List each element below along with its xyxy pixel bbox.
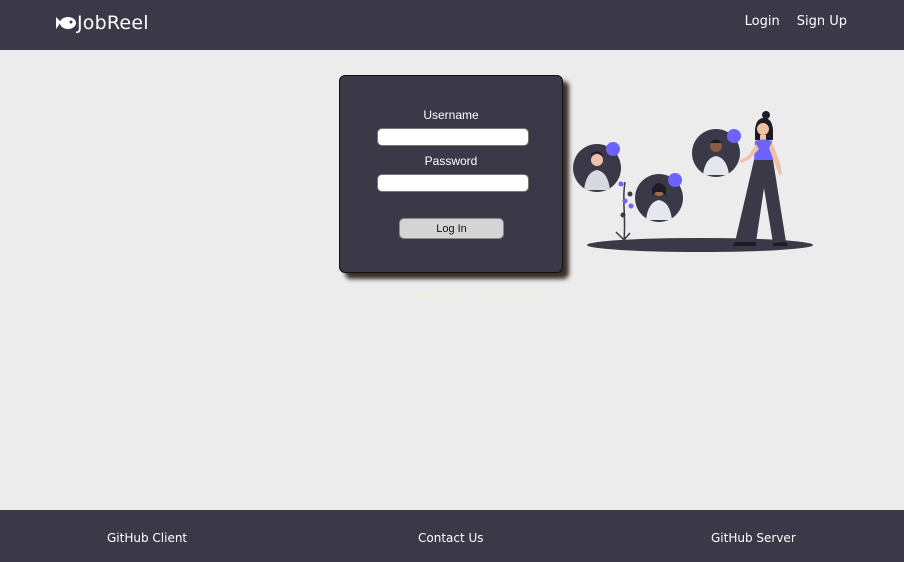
password-label: Password [424, 154, 478, 168]
signup-hint-link[interactable]: Need an account? Sign up here [386, 288, 541, 300]
nav-links: Login Sign Up [745, 14, 847, 29]
footer-contact-link[interactable]: Contact Us [418, 531, 484, 545]
footer: GitHub Client Contact Us GitHub Server [0, 510, 904, 562]
top-navbar: JobReel Login Sign Up [0, 0, 904, 50]
avatar-person-icon [573, 142, 621, 192]
brand-logo[interactable]: JobReel [54, 11, 149, 35]
login-card: Username Password Log In [339, 75, 563, 273]
plant-icon [615, 181, 634, 241]
nav-login-link[interactable]: Login [745, 14, 780, 29]
username-label: Username [423, 108, 479, 122]
fish-icon [56, 17, 76, 29]
standing-woman-icon [733, 111, 788, 246]
avatar-person-icon [635, 173, 683, 222]
username-input[interactable] [377, 128, 529, 146]
footer-github-server-link[interactable]: GitHub Server [711, 531, 796, 545]
footer-github-client-link[interactable]: GitHub Client [107, 531, 187, 545]
nav-signup-link[interactable]: Sign Up [797, 14, 847, 29]
avatar-person-icon [692, 129, 741, 177]
password-input[interactable] [377, 174, 529, 192]
login-button[interactable]: Log In [399, 218, 504, 239]
brand-name: JobReel [77, 12, 149, 34]
people-illustration [573, 111, 813, 252]
